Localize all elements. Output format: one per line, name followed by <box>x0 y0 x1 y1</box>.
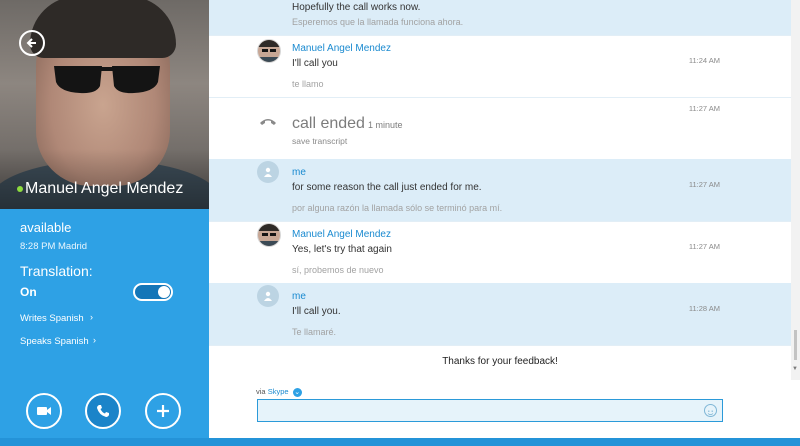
service-selector[interactable]: Skype <box>268 387 289 396</box>
presence-dot <box>17 185 23 192</box>
smiley-icon[interactable] <box>704 404 717 417</box>
message-item: me for some reason the call just ended f… <box>209 159 791 222</box>
message-time: 11:27 AM <box>688 180 720 189</box>
presence-status: available <box>20 220 72 235</box>
scrollbar-thumb[interactable] <box>794 330 797 360</box>
message-translation: te llamo <box>292 79 324 89</box>
message-text: I'll call you. <box>292 306 341 317</box>
avatar <box>257 161 279 183</box>
chevron-down-icon[interactable]: ⌄ <box>292 387 302 397</box>
avatar <box>257 223 281 247</box>
translation-toggle[interactable] <box>133 283 173 301</box>
contact-local-time: 8:28 PM Madrid <box>20 241 88 252</box>
speaks-language-selector[interactable]: Speaks Spanish › <box>20 335 96 347</box>
message-sender: me <box>292 291 306 302</box>
add-button[interactable] <box>145 393 181 429</box>
message-sender: Manuel Angel Mendez <box>292 43 391 54</box>
message-item: Manuel Angel Mendez Yes, let's try that … <box>209 221 791 284</box>
message-time: 11:27 AM <box>688 242 720 251</box>
message-translation: sí, probemos de nuevo <box>292 265 384 275</box>
conversation-pane[interactable]: Hopefully the call works now. Esperemos … <box>209 0 791 380</box>
writes-language-label: Writes Spanish <box>20 313 84 324</box>
avatar <box>257 39 281 63</box>
user-silhouette-icon <box>264 291 272 301</box>
call-duration: 1 minute <box>367 120 403 130</box>
message-composer: via Skype ⌄ <box>209 380 800 446</box>
conversation-scrollbar[interactable] <box>791 0 800 380</box>
chevron-right-icon: › <box>90 312 93 322</box>
back-arrow-icon <box>26 38 36 48</box>
scroll-down-arrow-icon[interactable]: ▼ <box>792 366 799 373</box>
phone-icon <box>97 405 109 417</box>
message-translation: Esperemos que la llamada funciona ahora. <box>292 17 464 27</box>
user-silhouette-icon <box>264 167 272 177</box>
avatar <box>257 285 279 307</box>
chevron-right-icon: › <box>93 335 96 345</box>
message-sender: Manuel Angel Mendez <box>292 229 391 240</box>
via-service: via Skype ⌄ <box>256 387 302 397</box>
message-input[interactable] <box>257 399 723 422</box>
message-item: me I'll call you. Te llamaré. 11:28 AM <box>209 283 791 346</box>
message-time: 11:27 AM <box>688 104 720 113</box>
speaks-language-label: Speaks Spanish <box>20 336 89 347</box>
taskbar-strip <box>0 438 800 446</box>
message-translation: Te llamaré. <box>292 327 337 337</box>
call-ended-label: call ended 1 minute <box>292 115 403 132</box>
plus-icon <box>157 405 169 417</box>
message-item: Hopefully the call works now. Esperemos … <box>209 0 791 36</box>
message-text: I'll call you <box>292 58 338 69</box>
message-time: 11:24 AM <box>688 56 720 65</box>
audio-call-button[interactable] <box>85 393 121 429</box>
contact-panel: Manuel Angel Mendez available 8:28 PM Ma… <box>0 0 209 446</box>
message-item: Manuel Angel Mendez I'll call you te lla… <box>209 35 791 98</box>
save-transcript-link[interactable]: save transcript <box>292 136 347 146</box>
toggle-knob <box>158 286 170 298</box>
translation-state: On <box>20 285 37 299</box>
writes-language-selector[interactable]: Writes Spanish › <box>20 312 93 324</box>
message-time: 11:28 AM <box>688 304 720 313</box>
message-text: for some reason the call just ended for … <box>292 182 482 193</box>
message-sender: me <box>292 167 306 178</box>
contact-name: Manuel Angel Mendez <box>17 180 183 198</box>
message-text: Hopefully the call works now. <box>292 2 421 13</box>
video-call-button[interactable] <box>26 393 62 429</box>
video-camera-icon <box>37 407 51 415</box>
message-translation: por alguna razón la llamada sólo se term… <box>292 203 503 213</box>
feedback-confirmation: Thanks for your feedback! <box>442 356 558 367</box>
translation-label: Translation: <box>20 263 93 279</box>
message-text: Yes, let's try that again <box>292 244 392 255</box>
phone-hangup-icon <box>260 119 276 125</box>
back-button[interactable] <box>19 30 45 56</box>
